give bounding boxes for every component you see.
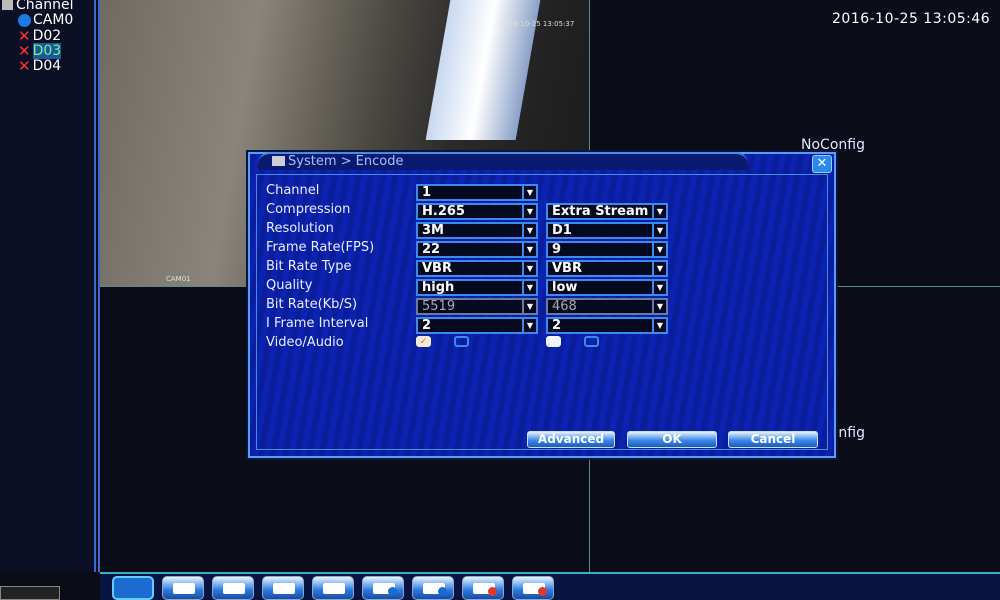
main-audio-checkbox[interactable] [454,336,469,347]
extra-resolution-select[interactable]: D1 ▼ [546,222,668,239]
select-value: D1 [552,223,572,238]
play-icon [18,13,31,27]
main-frame-rate-select[interactable]: 22 ▼ [416,241,538,258]
extra-frame-rate-select[interactable]: 9 ▼ [546,241,668,258]
extra-i-frame-select[interactable]: 2 ▼ [546,317,668,334]
fullscreen-button[interactable] [212,576,254,600]
compression-select[interactable]: H.265 ▼ [416,203,538,220]
arrow-left-icon [273,583,295,594]
label-bit-rate-type: Bit Rate Type [266,259,352,274]
main-video-checkbox[interactable]: ✓ [416,336,431,347]
chevron-down-icon: ▼ [652,205,666,218]
chevron-down-icon: ▼ [522,224,536,237]
select-value: H.265 [422,204,465,219]
main-i-frame-select[interactable]: 2 ▼ [416,317,538,334]
select-value: VBR [552,261,582,276]
folder-icon [2,0,13,10]
next-button[interactable] [312,576,354,600]
scrollbar[interactable] [0,586,60,600]
grid-divider [98,0,100,572]
chevron-down-icon: ▼ [652,319,666,332]
advanced-button[interactable]: Advanced [527,431,615,448]
stop-record-button[interactable] [512,576,554,600]
label-compression: Compression [266,202,351,217]
settings-icon [272,156,285,166]
bottom-toolbar [100,572,1000,600]
select-value: 2 [552,318,562,333]
select-value: 9 [552,242,562,257]
main-bit-rate-select[interactable]: 5519 ▼ [416,298,538,315]
previous-button[interactable] [262,576,304,600]
label-resolution: Resolution [266,221,334,236]
system-clock: 2016-10-25 13:05:46 [832,11,991,27]
chevron-down-icon: ▼ [652,224,666,237]
chevron-down-icon: ▼ [652,300,666,313]
label-i-frame-interval: I Frame Interval [266,316,369,331]
chevron-down-icon: ▼ [522,281,536,294]
main-quality-select[interactable]: high ▼ [416,279,538,296]
dialog-header: System > Encode [258,152,748,170]
chevron-down-icon: ▼ [522,300,536,313]
record-button[interactable] [462,576,504,600]
single-view-button[interactable] [112,576,154,600]
quad-icon [173,583,195,594]
channel-label: CAM0 [33,12,74,28]
chevron-down-icon: ▼ [652,243,666,256]
select-value: 2 [422,318,432,333]
select-value: 3M [422,223,444,238]
extra-bit-rate-select[interactable]: 468 ▼ [546,298,668,315]
label-channel: Channel [266,183,320,198]
extra-bit-rate-type-select[interactable]: VBR ▼ [546,260,668,277]
x-icon: ✕ [18,57,31,75]
label-video-audio: Video/Audio [266,335,344,350]
chevron-down-icon: ▼ [522,262,536,275]
channel-item-d04[interactable]: ✕ D04 [18,57,61,75]
channel-item-cam0[interactable]: CAM0 [18,12,73,28]
dialog-title: System > Encode [288,154,404,169]
select-value: 468 [552,299,577,314]
fullscreen-icon [223,583,245,594]
label-bit-rate: Bit Rate(Kb/S) [266,297,358,312]
close-button[interactable]: ✕ [812,155,832,173]
select-value: low [552,280,578,295]
chevron-down-icon: ▼ [652,281,666,294]
stream-select[interactable]: Extra Stream ▼ [546,203,668,220]
main-resolution-select[interactable]: 3M ▼ [416,222,538,239]
chevron-down-icon: ▼ [522,205,536,218]
chevron-down-icon: ▼ [522,319,536,332]
select-value: 5519 [422,299,456,314]
label-quality: Quality [266,278,313,293]
arrow-right-icon [323,583,345,594]
select-value: Extra Stream [552,204,649,219]
label-frame-rate: Frame Rate(FPS) [266,240,375,255]
extra-quality-select[interactable]: low ▼ [546,279,668,296]
channel-label: D04 [32,58,62,74]
quad-view-button[interactable] [162,576,204,600]
chevron-down-icon: ▼ [522,186,536,199]
extra-video-checkbox[interactable] [546,336,561,347]
channel-sidebar: Channel CAM0 ✕ D02 ✕ D03 ✕ D04 [0,0,96,572]
video-osd-time: 2016-10-25 13:05:37 [500,20,575,28]
noconfig-label: NoConfig [801,137,865,153]
cancel-button[interactable]: Cancel [728,431,818,448]
select-value: VBR [422,261,452,276]
playback-2-button[interactable] [412,576,454,600]
chevron-down-icon: ▼ [522,243,536,256]
playback-button[interactable] [362,576,404,600]
select-value: 22 [422,242,441,257]
select-value: high [422,280,455,295]
encode-dialog: System > Encode ✕ Channel Compression Re… [248,152,836,458]
ok-button[interactable]: OK [627,431,717,448]
extra-audio-checkbox[interactable] [584,336,599,347]
main-bit-rate-type-select[interactable]: VBR ▼ [416,260,538,277]
select-value: 1 [422,185,432,200]
chevron-down-icon: ▼ [652,262,666,275]
camera-label: CAM01 [166,275,191,283]
channel-select[interactable]: 1 ▼ [416,184,538,201]
